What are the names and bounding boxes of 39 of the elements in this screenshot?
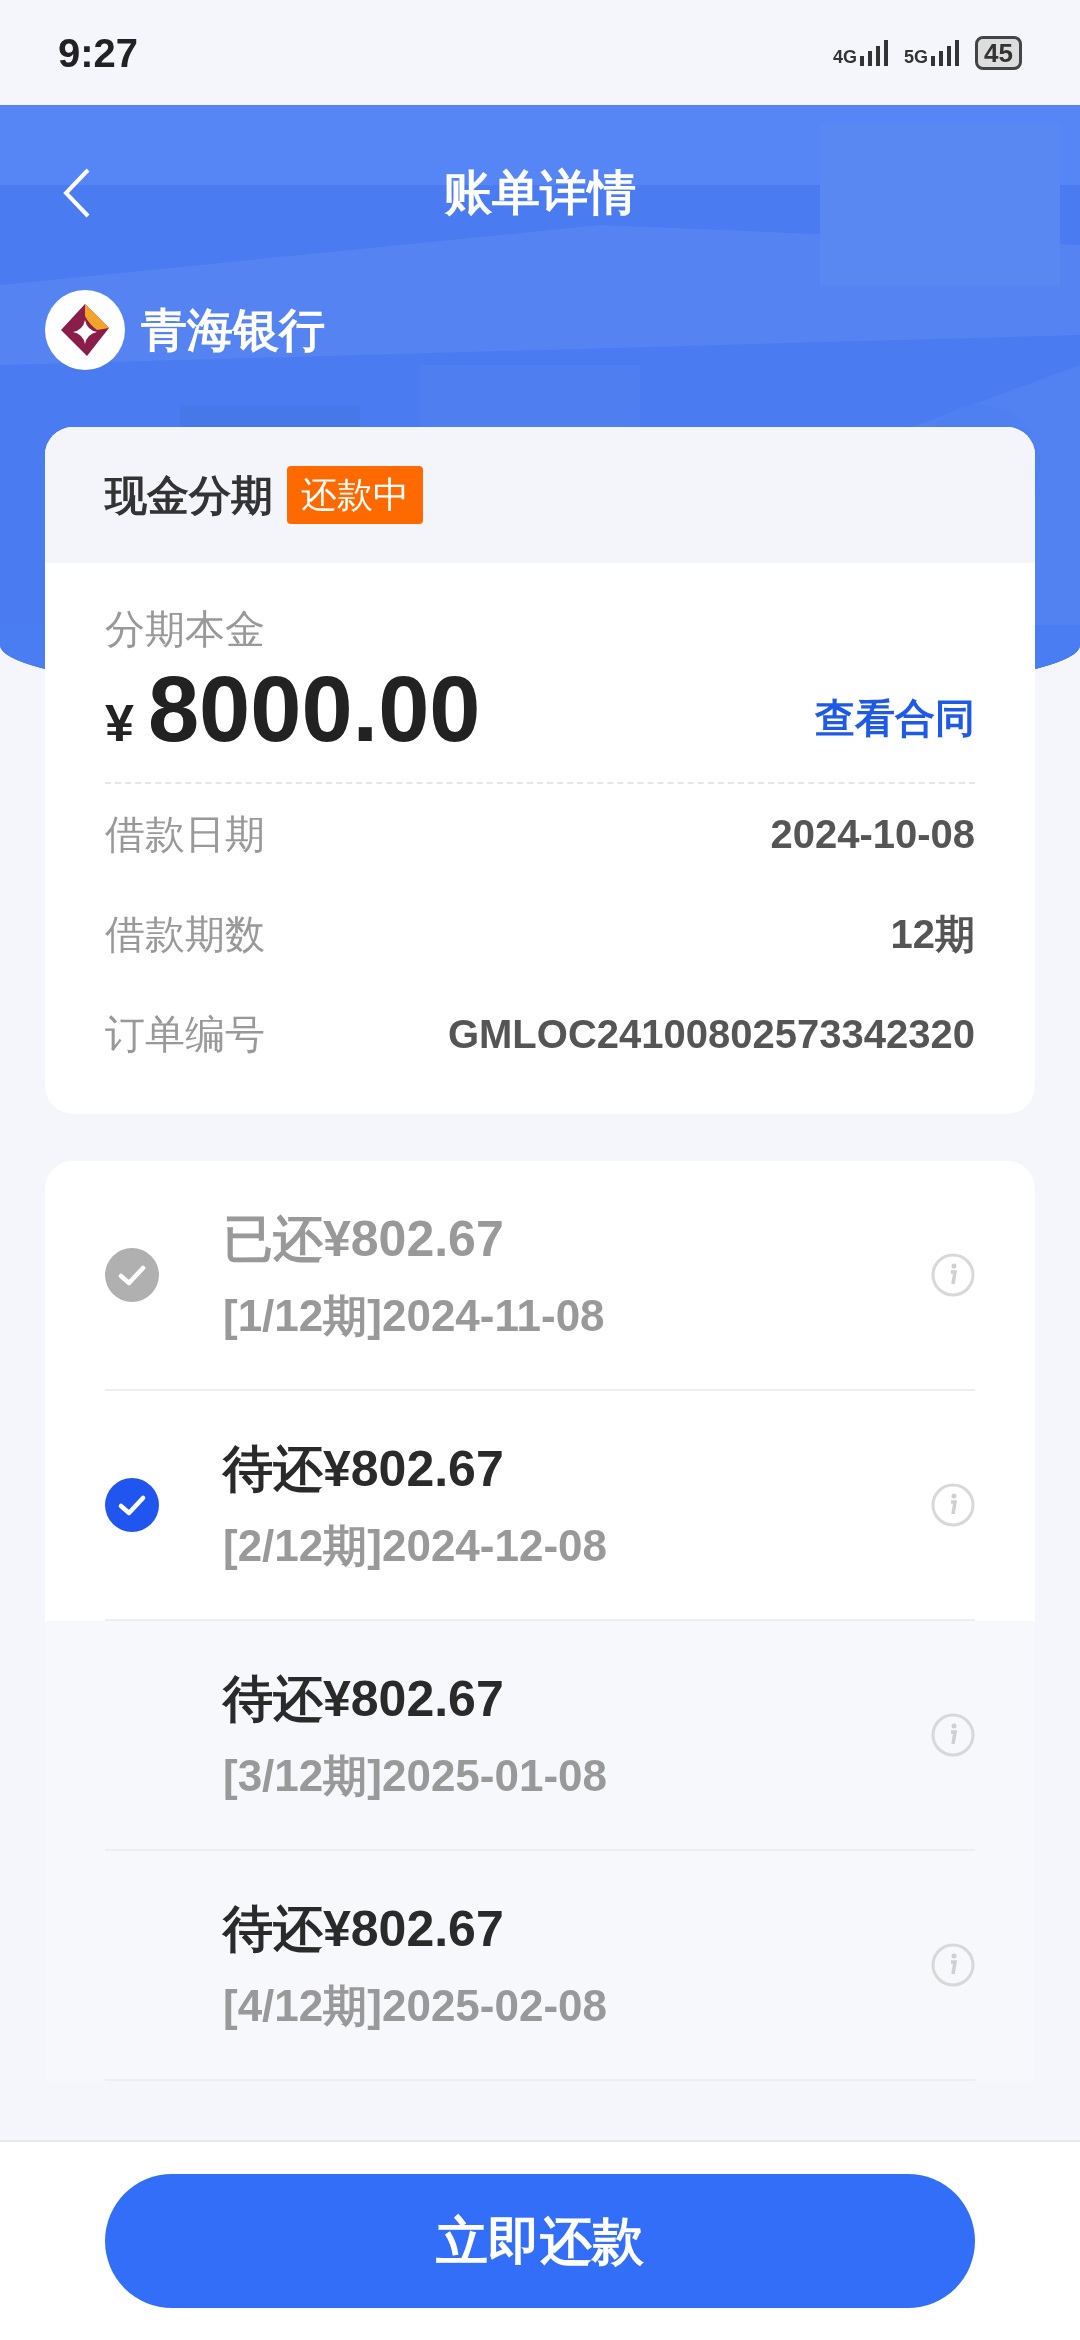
network-label: 4G (833, 47, 858, 66)
principal-amount: 8000.00 (147, 659, 481, 761)
status-tag: 还款中 (287, 466, 423, 524)
status-time: 9:27 (58, 29, 139, 77)
contract-link[interactable]: 查看合同 (815, 688, 975, 748)
detail-label: 借款日期 (105, 811, 265, 858)
repay-button[interactable]: 立即还款 (105, 2174, 975, 2308)
check-icon[interactable] (105, 1478, 159, 1532)
installment-amount: 待还¥802.67 (223, 1899, 505, 1959)
detail-value: GMLOC24100802573342320 (447, 1011, 975, 1058)
network-label: 5G (904, 47, 929, 66)
installment-amount: 待还¥802.67 (223, 1669, 505, 1729)
installment-row[interactable]: 待还¥802.67 [3/12期]2025-01-08 (45, 1621, 1035, 1851)
bank-name: 青海银行 (141, 302, 325, 358)
installment-row[interactable]: 待还¥802.67 [4/12期]2025-02-08 (45, 1851, 1035, 2081)
detail-label: 订单编号 (105, 1011, 265, 1058)
installment-amount: 待还¥802.67 (223, 1439, 505, 1499)
installment-period: [3/12期]2025-01-08 (223, 1749, 608, 1802)
installment-period: [2/12期]2024-12-08 (223, 1519, 608, 1572)
back-icon[interactable] (62, 166, 92, 219)
info-icon[interactable] (931, 1943, 975, 1987)
principal-label: 分期本金 (105, 606, 266, 653)
installment-period: [4/12期]2025-02-08 (223, 1979, 608, 2032)
signal-icon (860, 39, 891, 66)
battery-indicator: 45 (975, 35, 1022, 70)
detail-value: 12期 (890, 911, 975, 958)
info-icon[interactable] (931, 1483, 975, 1527)
signal-icon (931, 39, 962, 66)
bank-logo-icon (45, 290, 125, 370)
loan-type: 现金分期 (105, 470, 273, 521)
installment-amount: 已还¥802.67 (223, 1209, 505, 1269)
detail-value: 2024-10-08 (770, 811, 975, 858)
detail-label: 借款期数 (105, 911, 265, 958)
info-icon[interactable] (931, 1713, 975, 1757)
info-icon[interactable] (931, 1253, 975, 1297)
currency-symbol: ¥ (105, 693, 134, 754)
check-icon[interactable] (105, 1248, 159, 1302)
installment-period: [1/12期]2024-11-08 (223, 1289, 606, 1342)
page-title: 账单详情 (444, 164, 636, 221)
